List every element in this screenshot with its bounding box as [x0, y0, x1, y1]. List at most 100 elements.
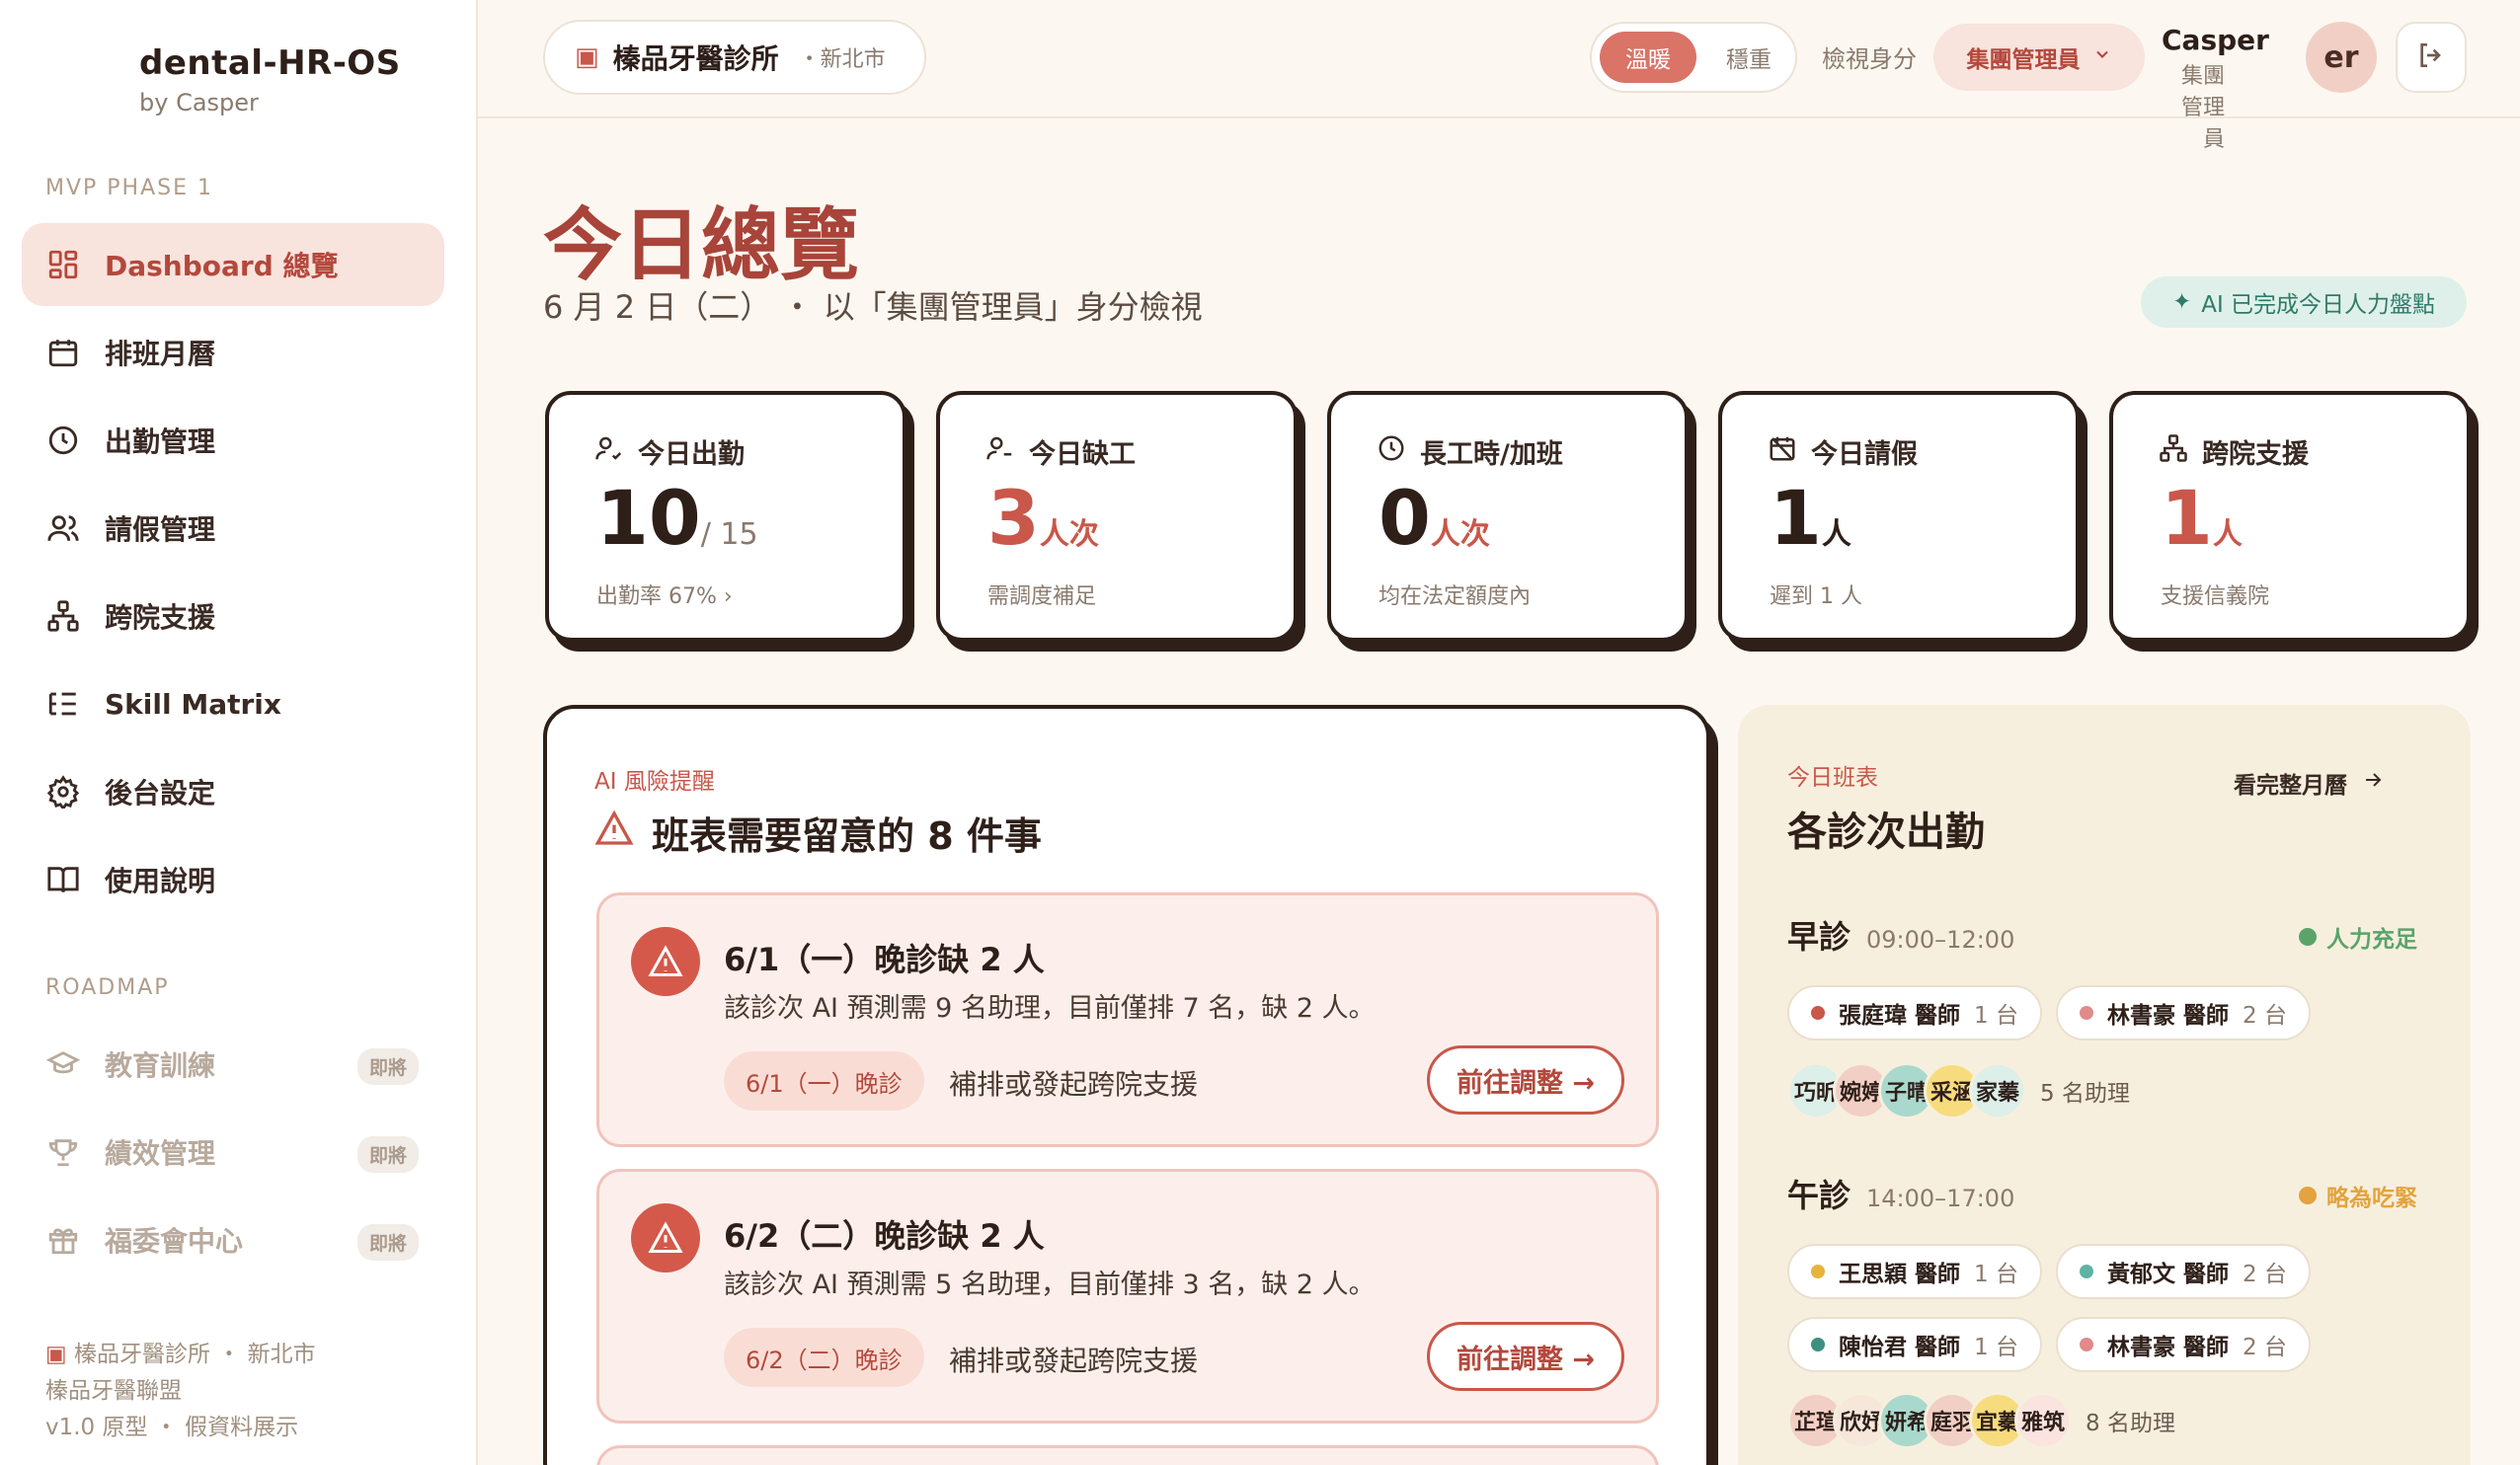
alert-description: 該診次 AI 預測需 9 名助理，目前僅排 7 名，缺 2 人。: [724, 993, 1376, 1024]
sidebar-item-label: 福委會中心: [105, 1225, 244, 1258]
stat-note: 出勤率 67% ›: [596, 584, 733, 609]
doctor-name: 黃郁文 醫師: [2107, 1262, 2230, 1287]
assistant-group: 芷瑄 欣妤 妍希 庭羽 宜蓁 雅筑 8 名助理: [1787, 1392, 2175, 1449]
avatar[interactable]: er: [2306, 22, 2377, 93]
doctor-count: 1 台: [1974, 1335, 2018, 1360]
risk-alert: 6/2（二）晚診缺 2 人 該診次 AI 預測需 5 名助理，目前僅排 3 名，…: [596, 1169, 1659, 1424]
status-badge: 略為吃緊: [2299, 1179, 2417, 1212]
stat-card-overtime[interactable]: 長工時/加班 0人次 均在法定額度內: [1327, 391, 1689, 642]
doctor-name: 張庭瑋 醫師: [1839, 1003, 1961, 1029]
calendar-icon: [45, 335, 81, 370]
warning-icon: [631, 1203, 700, 1272]
role-select[interactable]: 集團管理員: [1933, 24, 2145, 91]
slot-title-morning: 早診 09:00–12:00: [1787, 912, 2014, 958]
coming-soon-badge: 即將: [356, 1136, 419, 1173]
theme-warm-button[interactable]: 溫暖: [1600, 32, 1696, 83]
stat-card-leave[interactable]: 今日請假 1人 遲到 1 人: [1718, 391, 2080, 642]
ai-status-text: AI 已完成今日人力盤點: [2201, 292, 2436, 318]
user-role: 集團管理員: [2180, 64, 2225, 152]
brand[interactable]: dental-HR-OS by Casper: [139, 43, 401, 116]
sidebar-item-settings[interactable]: 後台設定: [22, 750, 444, 833]
slot-title-afternoon: 午診 14:00–17:00: [1787, 1171, 2014, 1216]
sidebar-item-guide[interactable]: 使用說明: [22, 838, 444, 921]
sidebar-item-welfare[interactable]: 福委會中心 即將: [22, 1198, 444, 1281]
footer-version: v1.0 原型 ・ 假資料展示: [45, 1415, 299, 1440]
doctor-chip[interactable]: 張庭瑋 醫師 1 台: [1787, 985, 2042, 1041]
sidebar-item-label: 排班月曆: [105, 338, 216, 370]
ai-status-badge: ✦ AI 已完成今日人力盤點: [2141, 276, 2467, 328]
network-icon: [2159, 433, 2202, 470]
doctor-name: 林書豪 醫師: [2107, 1003, 2230, 1029]
slot-name: 午診: [1787, 1177, 1851, 1214]
sidebar-item-leave[interactable]: 請假管理: [22, 487, 444, 570]
stat-unit: 人次: [1039, 517, 1099, 552]
calendar-off-icon: [1768, 433, 1811, 470]
doctor-chip[interactable]: 王思穎 醫師 1 台: [1787, 1244, 2042, 1299]
doctor-chip[interactable]: 林書豪 醫師 2 台: [2056, 985, 2311, 1041]
alert-action: 補排或發起跨院支援: [949, 1068, 1199, 1101]
alert-chip[interactable]: 6/2（二）晚診: [724, 1328, 924, 1387]
role-label: 檢視身分: [1822, 45, 1917, 73]
page-title: 今日總覽: [543, 198, 859, 291]
role-value: 集團管理員: [1966, 47, 2081, 73]
footer-group: 榛品牙醫聯盟: [45, 1378, 182, 1404]
risk-tag: AI 風險提醒: [594, 769, 715, 795]
view-calendar-link[interactable]: 看完整月曆: [2234, 766, 2385, 800]
doctor-dot: [2080, 1265, 2093, 1278]
sidebar-item-skill-matrix[interactable]: Skill Matrix: [22, 662, 444, 745]
chevron-down-icon: [2092, 44, 2112, 70]
logout-button[interactable]: [2396, 22, 2467, 93]
brand-title: dental-HR-OS: [139, 43, 401, 83]
clinic-name: 榛品牙醫診所: [612, 42, 779, 75]
risk-panel: AI 風險提醒 班表需要留意的 8 件事 6/1（一）晚診缺 2 人 該診次 A…: [543, 705, 1710, 1465]
alert-title: 6/1（一）晚診缺 2 人: [724, 941, 1045, 978]
stat-card-cross-support[interactable]: 跨院支援 1人 支援信義院: [2109, 391, 2471, 642]
stat-card-attendance[interactable]: 今日出勤 10/ 15 出勤率 67% ›: [545, 391, 906, 642]
sidebar-item-attendance[interactable]: 出勤管理: [22, 399, 444, 482]
doctor-dot: [2080, 1338, 2093, 1351]
theme-toggle: 溫暖 穩重: [1590, 22, 1797, 93]
stat-card-shortage[interactable]: 今日缺工 3人次 需調度補足: [936, 391, 1298, 642]
footer-clinic: ▣ 榛品牙醫診所 ・ 新北市: [45, 1335, 316, 1368]
status-dot: [2299, 928, 2317, 946]
stat-label: 今日缺工: [1029, 439, 1136, 470]
assistant-avatar[interactable]: 家蓁: [1969, 1062, 2026, 1119]
assistant-avatar[interactable]: 雅筑: [2014, 1392, 2072, 1449]
stat-label: 今日請假: [1811, 439, 1918, 470]
doctor-chip[interactable]: 陳怡君 醫師 1 台: [1787, 1317, 2042, 1372]
risk-title: 班表需要留意的 8 件事: [652, 814, 1042, 858]
sidebar-item-schedule[interactable]: 排班月曆: [22, 311, 444, 394]
sidebar-item-cross-support[interactable]: 跨院支援: [22, 575, 444, 657]
doctor-chip[interactable]: 黃郁文 醫師 2 台: [2056, 1244, 2311, 1299]
book-icon: [45, 862, 81, 897]
stat-note: 遲到 1 人: [1770, 584, 1862, 609]
assistant-count: 8 名助理: [2086, 1411, 2175, 1436]
sidebar: dental-HR-OS by Casper MVP PHASE 1 Dashb…: [0, 0, 478, 1465]
view-calendar-label: 看完整月曆: [2234, 773, 2347, 799]
stat-note: 需調度補足: [987, 584, 1097, 609]
clinic-switcher[interactable]: ▣ 榛品牙醫診所 ・新北市: [543, 20, 926, 95]
doctor-dot: [1811, 1265, 1825, 1278]
arrow-right-icon: [2361, 768, 2385, 798]
assistant-group: 巧昕 婉婷 子晴 采涵 家蓁 5 名助理: [1787, 1062, 2130, 1119]
theme-calm-button[interactable]: 穩重: [1706, 32, 1791, 83]
stat-label: 長工時/加班: [1420, 439, 1563, 470]
sidebar-item-label: 後台設定: [105, 777, 216, 810]
sidebar-item-training[interactable]: 教育訓練 即將: [22, 1023, 444, 1106]
adjust-button[interactable]: 前往調整 →: [1427, 1045, 1624, 1115]
schedule-title: 各診次出勤: [1787, 810, 1985, 855]
alert-chip[interactable]: 6/1（一）晚診: [724, 1051, 924, 1111]
stat-note: 支援信義院: [2161, 584, 2270, 609]
page-subtitle: 6 月 2 日（二） ・ 以「集團管理員」身分檢視: [543, 288, 1203, 326]
adjust-button[interactable]: 前往調整 →: [1427, 1322, 1624, 1391]
stat-value: 10: [596, 474, 701, 562]
hospital-icon: ▣: [45, 1342, 67, 1367]
alert-title: 6/2（二）晚診缺 2 人: [724, 1217, 1045, 1255]
doctor-chip[interactable]: 林書豪 醫師 2 台: [2056, 1317, 2311, 1372]
clock-icon: [45, 423, 81, 458]
sidebar-item-dashboard[interactable]: Dashboard 總覽: [22, 223, 444, 306]
status-badge: 人力充足: [2299, 920, 2417, 954]
gift-icon: [45, 1222, 81, 1258]
status-text: 人力充足: [2326, 927, 2417, 953]
sidebar-item-performance[interactable]: 績效管理 即將: [22, 1111, 444, 1194]
